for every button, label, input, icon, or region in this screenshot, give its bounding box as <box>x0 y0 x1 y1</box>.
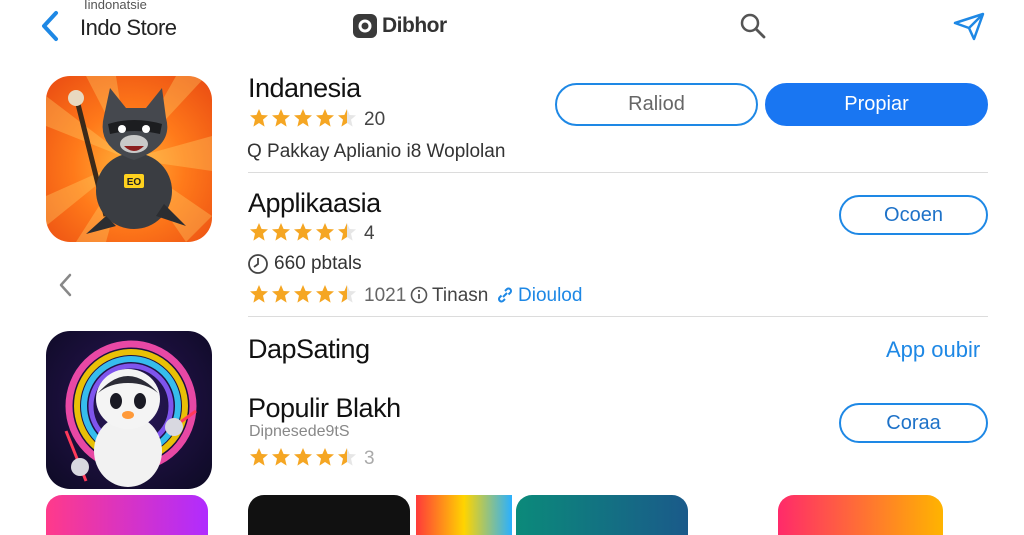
send-icon[interactable] <box>952 11 986 41</box>
star-icon <box>316 448 334 466</box>
app-icon-penguin[interactable] <box>46 331 212 489</box>
rating-count: 20 <box>364 109 386 130</box>
app-tile[interactable] <box>516 495 688 535</box>
penguin-mascot-icon <box>64 340 197 487</box>
star-icon <box>316 285 334 303</box>
coraa-button[interactable]: Coraa <box>839 403 988 443</box>
app-title[interactable]: Indanesia <box>248 73 361 104</box>
star-icon <box>272 109 290 127</box>
star-icon <box>294 285 312 303</box>
clock-icon <box>248 254 268 274</box>
star-icon <box>250 223 268 241</box>
star-icon <box>294 223 312 241</box>
search-icon[interactable] <box>738 11 768 41</box>
ocoen-button[interactable]: Ocoen <box>839 195 988 235</box>
star-rating <box>249 108 357 128</box>
star-icon <box>272 448 290 466</box>
app-tile[interactable] <box>778 495 943 535</box>
star-half-icon <box>338 285 356 303</box>
star-half-icon <box>338 448 356 466</box>
app-outbir-link[interactable]: App oubir <box>886 337 980 363</box>
svg-text:EO: EO <box>127 177 142 188</box>
star-icon <box>294 448 312 466</box>
download-link[interactable]: Dioulod <box>518 285 582 307</box>
link-icon <box>498 287 512 303</box>
propiar-button[interactable]: Propiar <box>765 83 988 126</box>
app-link-text[interactable]: App oubir <box>886 337 980 362</box>
star-icon <box>250 285 268 303</box>
app-size: 660 pbtals <box>274 253 362 274</box>
store-title: Indo Store <box>80 15 177 40</box>
divider <box>248 172 988 173</box>
star-icon <box>316 223 334 241</box>
raliod-button[interactable]: Raliod <box>555 83 758 126</box>
app-title[interactable]: Applikaasia <box>248 188 381 219</box>
info-icon <box>410 286 428 304</box>
app-subtitle: Dipnesede9tS <box>249 423 350 440</box>
star-icon <box>250 109 268 127</box>
star-icon <box>316 109 334 127</box>
app-tile[interactable] <box>416 495 512 535</box>
chevron-left-icon[interactable] <box>56 270 76 300</box>
star-half-icon <box>338 109 356 127</box>
star-rating <box>249 447 357 467</box>
store-subtitle: Iindonatsie <box>84 0 147 12</box>
star-icon <box>250 448 268 466</box>
app-meta: Q Pakkay Aplianio i8 Woplolan <box>247 141 506 162</box>
rating-count: 4 <box>364 223 375 244</box>
star-rating <box>249 222 357 242</box>
star-half-icon <box>338 223 356 241</box>
star-rating <box>249 284 357 304</box>
back-chevron-icon[interactable] <box>36 8 66 44</box>
star-icon <box>272 223 290 241</box>
app-tile[interactable] <box>46 495 208 535</box>
app-icon-wolf[interactable]: EO <box>46 76 212 242</box>
app-title[interactable]: Populir Blakh <box>248 393 401 424</box>
section-title: DapSating <box>248 334 370 364</box>
wolf-mascot-icon: EO <box>46 76 212 242</box>
app-tile[interactable] <box>248 495 410 535</box>
brand-name: Dibhor <box>382 14 447 37</box>
star-icon <box>272 285 290 303</box>
rating-count: 3 <box>364 448 375 469</box>
rating-count-secondary: 1021 <box>364 285 407 306</box>
star-icon <box>294 109 312 127</box>
divider <box>248 316 988 317</box>
meta-text: Tinasn <box>432 285 489 306</box>
camera-icon <box>353 14 377 38</box>
